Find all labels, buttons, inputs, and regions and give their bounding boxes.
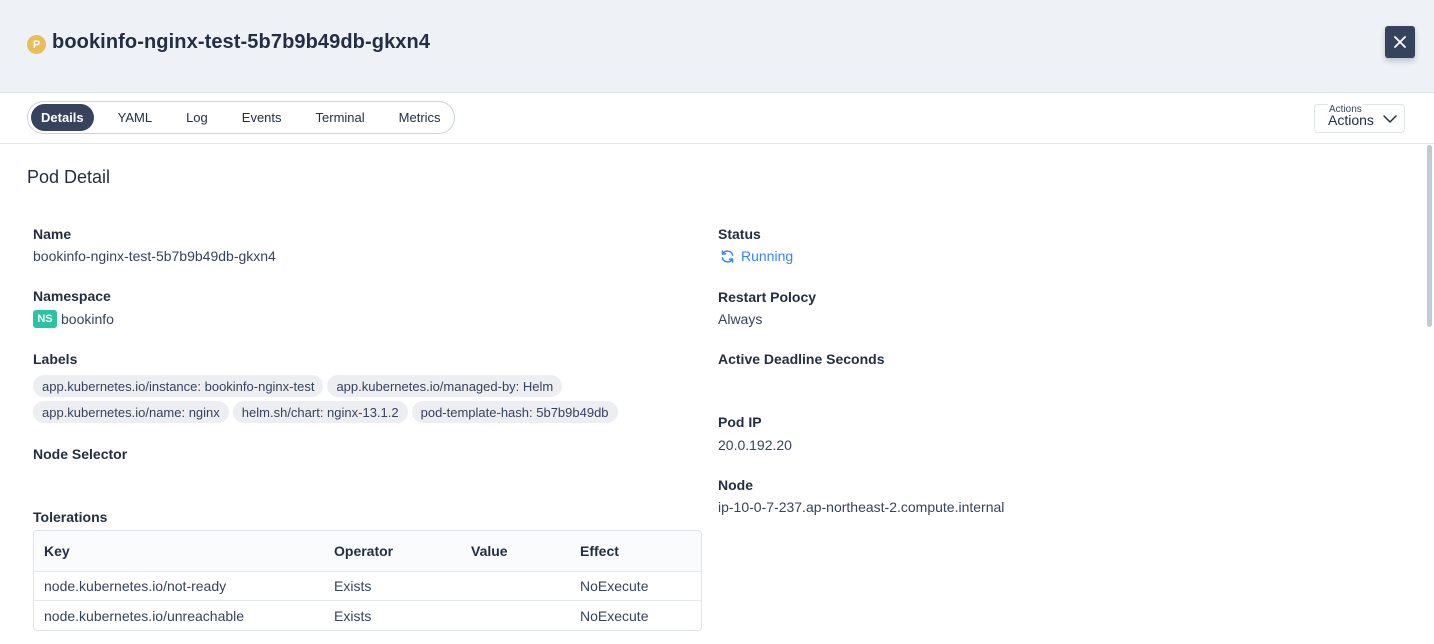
column-header-effect: Effect (580, 543, 619, 559)
tabs: Details YAML Log Events Terminal Metrics (27, 101, 455, 134)
restart-policy-value: Always (718, 311, 763, 327)
cell-key: node.kubernetes.io/not-ready (44, 578, 227, 594)
pod-icon: P (27, 35, 46, 54)
section-title: Pod Detail (27, 167, 111, 187)
tab-log[interactable]: Log (176, 104, 218, 131)
cell-key: node.kubernetes.io/unreachable (44, 607, 245, 624)
tab-metrics[interactable]: Metrics (389, 104, 451, 131)
restart-policy-label: Restart Polocy (718, 289, 817, 305)
pod-ip-value: 20.0.192.20 (718, 437, 792, 453)
actions-dropdown[interactable]: Actions Actions (1314, 104, 1405, 133)
active-deadline-label: Active Deadline Seconds (718, 351, 885, 367)
name-value: bookinfo-nginx-test-5b7b9b49db-gkxn4 (33, 248, 276, 264)
tolerations-table: Key Operator Value Effect node.kubernete… (33, 530, 702, 631)
pod-ip-label: Pod IP (718, 414, 762, 430)
cell-effect: NoExecute (580, 607, 649, 624)
label-chip: pod-template-hash: 5b7b9b49db (411, 401, 618, 423)
labels-label: Labels (33, 351, 78, 367)
tab-terminal[interactable]: Terminal (306, 104, 375, 131)
column-header-operator: Operator (334, 543, 394, 559)
namespace-value[interactable]: NS bookinfo (33, 310, 114, 328)
cell-effect: NoExecute (580, 578, 649, 594)
page-title: bookinfo-nginx-test-5b7b9b49db-gkxn4 (52, 31, 431, 53)
tab-yaml[interactable]: YAML (108, 104, 162, 131)
status-text: Running (741, 248, 794, 264)
actions-label: Actions (1328, 112, 1374, 128)
vertical-scrollbar[interactable] (1427, 145, 1432, 327)
table-row: node.kubernetes.io/not-ready Exists NoEx… (34, 572, 701, 601)
node-value[interactable]: ip-10-0-7-237.ap-northeast-2.compute.int… (718, 499, 1004, 515)
column-header-key: Key (44, 543, 70, 559)
namespace-name: bookinfo (61, 311, 114, 327)
tab-events[interactable]: Events (232, 104, 292, 131)
column-header-value: Value (471, 543, 508, 559)
name-label: Name (33, 226, 72, 242)
chevron-down-icon (1383, 115, 1397, 123)
close-button[interactable] (1385, 26, 1415, 58)
tab-details[interactable]: Details (31, 104, 94, 131)
label-chip: helm.sh/chart: nginx-13.1.2 (232, 401, 408, 423)
cell-operator: Exists (334, 607, 372, 624)
labels-list: app.kubernetes.io/instance: bookinfo-ngi… (33, 375, 673, 423)
close-icon (1394, 36, 1406, 48)
namespace-label: Namespace (33, 288, 111, 304)
status-value: Running (718, 248, 793, 264)
status-label: Status (718, 226, 761, 242)
label-chip: app.kubernetes.io/name: nginx (33, 401, 229, 423)
cell-operator: Exists (334, 578, 372, 594)
label-chip: app.kubernetes.io/managed-by: Helm (327, 375, 563, 397)
refresh-icon (721, 249, 734, 263)
label-chip: app.kubernetes.io/instance: bookinfo-ngi… (33, 375, 324, 397)
node-label: Node (718, 477, 753, 493)
table-header: Key Operator Value Effect (34, 531, 701, 572)
tolerations-label: Tolerations (33, 509, 108, 525)
drawer-header: P bookinfo-nginx-test-5b7b9b49db-gkxn4 (0, 0, 1434, 93)
node-selector-label: Node Selector (33, 446, 128, 462)
tab-bar: Details YAML Log Events Terminal Metrics… (0, 93, 1434, 144)
table-row: node.kubernetes.io/unreachable Exists No… (34, 601, 701, 630)
namespace-badge: NS (33, 310, 57, 328)
